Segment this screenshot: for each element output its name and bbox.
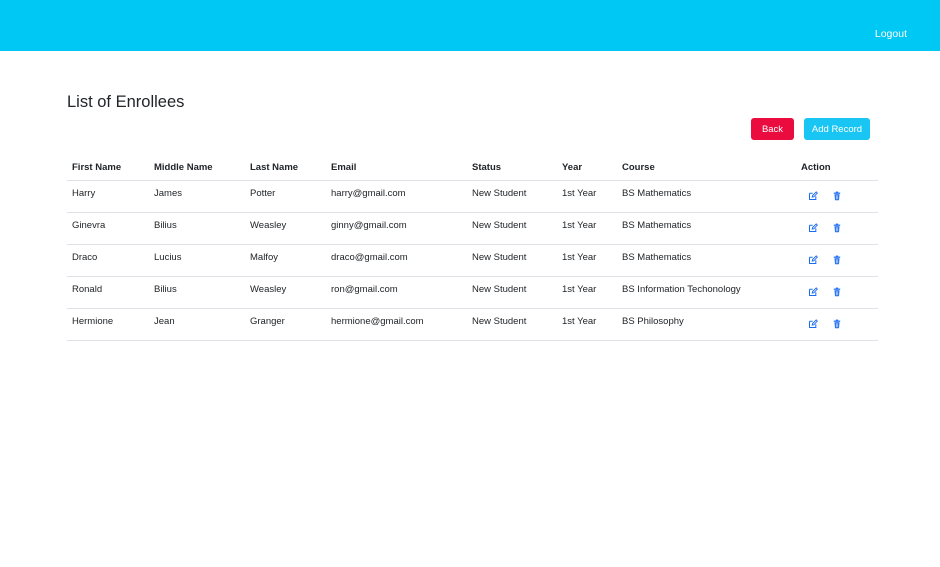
year-cell: 1st Year — [557, 212, 617, 245]
status-cell: New Student — [467, 212, 557, 245]
action-cell — [796, 308, 878, 341]
email-cell: ginny@gmail.com — [326, 212, 467, 245]
back-button[interactable]: Back — [751, 118, 794, 140]
status-cell: New Student — [467, 180, 557, 213]
trash-icon[interactable] — [832, 191, 842, 201]
trash-icon[interactable] — [832, 223, 842, 233]
logout-link[interactable]: Logout — [875, 28, 907, 40]
page-title: List of Enrollees — [67, 93, 185, 111]
email-cell: hermione@gmail.com — [326, 308, 467, 341]
table-header-row: First Name Middle Name Last Name Email S… — [67, 155, 878, 181]
add-record-button[interactable]: Add Record — [804, 118, 870, 140]
status-cell: New Student — [467, 308, 557, 341]
course-cell: BS Philosophy — [617, 308, 796, 341]
first-name-cell: Draco — [67, 244, 149, 277]
year-cell: 1st Year — [557, 308, 617, 341]
course-cell: BS Information Techonology — [617, 276, 796, 309]
email-cell: ron@gmail.com — [326, 276, 467, 309]
last-name-cell: Potter — [245, 180, 326, 213]
status-cell: New Student — [467, 276, 557, 309]
year-cell: 1st Year — [557, 276, 617, 309]
edit-icon[interactable] — [808, 319, 818, 329]
middle-name-cell: Jean — [149, 308, 245, 341]
edit-icon[interactable] — [808, 255, 818, 265]
header-year: Year — [557, 155, 617, 181]
top-navbar: Logout — [0, 0, 940, 51]
header-course: Course — [617, 155, 796, 181]
trash-icon[interactable] — [832, 319, 842, 329]
first-name-cell: Harry — [67, 180, 149, 213]
last-name-cell: Weasley — [245, 276, 326, 309]
edit-icon[interactable] — [808, 287, 818, 297]
course-cell: BS Mathematics — [617, 212, 796, 245]
email-cell: draco@gmail.com — [326, 244, 467, 277]
edit-icon[interactable] — [808, 191, 818, 201]
first-name-cell: Hermione — [67, 308, 149, 341]
trash-icon[interactable] — [832, 287, 842, 297]
middle-name-cell: James — [149, 180, 245, 213]
last-name-cell: Granger — [245, 308, 326, 341]
table-row: Harry James Potter harry@gmail.com New Stude… — [67, 180, 878, 213]
year-cell: 1st Year — [557, 244, 617, 277]
header-email: Email — [326, 155, 467, 181]
last-name-cell: Malfoy — [245, 244, 326, 277]
year-cell: 1st Year — [557, 180, 617, 213]
table-row: Draco Lucius Malfoy draco@gmail.com New Stud… — [67, 244, 878, 277]
edit-icon[interactable] — [808, 223, 818, 233]
action-cell — [796, 212, 878, 245]
table-row: Ronald Bilius Weasley ron@gmail.com New Stud… — [67, 276, 878, 309]
enrollees-table: First Name Middle Name Last Name Email S… — [67, 155, 878, 341]
header-action: Action — [796, 155, 878, 181]
middle-name-cell: Lucius — [149, 244, 245, 277]
middle-name-cell: Bilius — [149, 212, 245, 245]
first-name-cell: Ginevra — [67, 212, 149, 245]
middle-name-cell: Bilius — [149, 276, 245, 309]
course-cell: BS Mathematics — [617, 244, 796, 277]
status-cell: New Student — [467, 244, 557, 277]
email-cell: harry@gmail.com — [326, 180, 467, 213]
action-cell — [796, 244, 878, 277]
action-cell — [796, 276, 878, 309]
header-last-name: Last Name — [245, 155, 326, 181]
header-status: Status — [467, 155, 557, 181]
table-row: Ginevra Bilius Weasley ginny@gmail.com New S… — [67, 212, 878, 245]
first-name-cell: Ronald — [67, 276, 149, 309]
header-middle-name: Middle Name — [149, 155, 245, 181]
action-cell — [796, 180, 878, 213]
last-name-cell: Weasley — [245, 212, 326, 245]
header-first-name: First Name — [67, 155, 149, 181]
table-row: Hermione Jean Granger hermione@gmail.com New… — [67, 308, 878, 341]
course-cell: BS Mathematics — [617, 180, 796, 213]
trash-icon[interactable] — [832, 255, 842, 265]
